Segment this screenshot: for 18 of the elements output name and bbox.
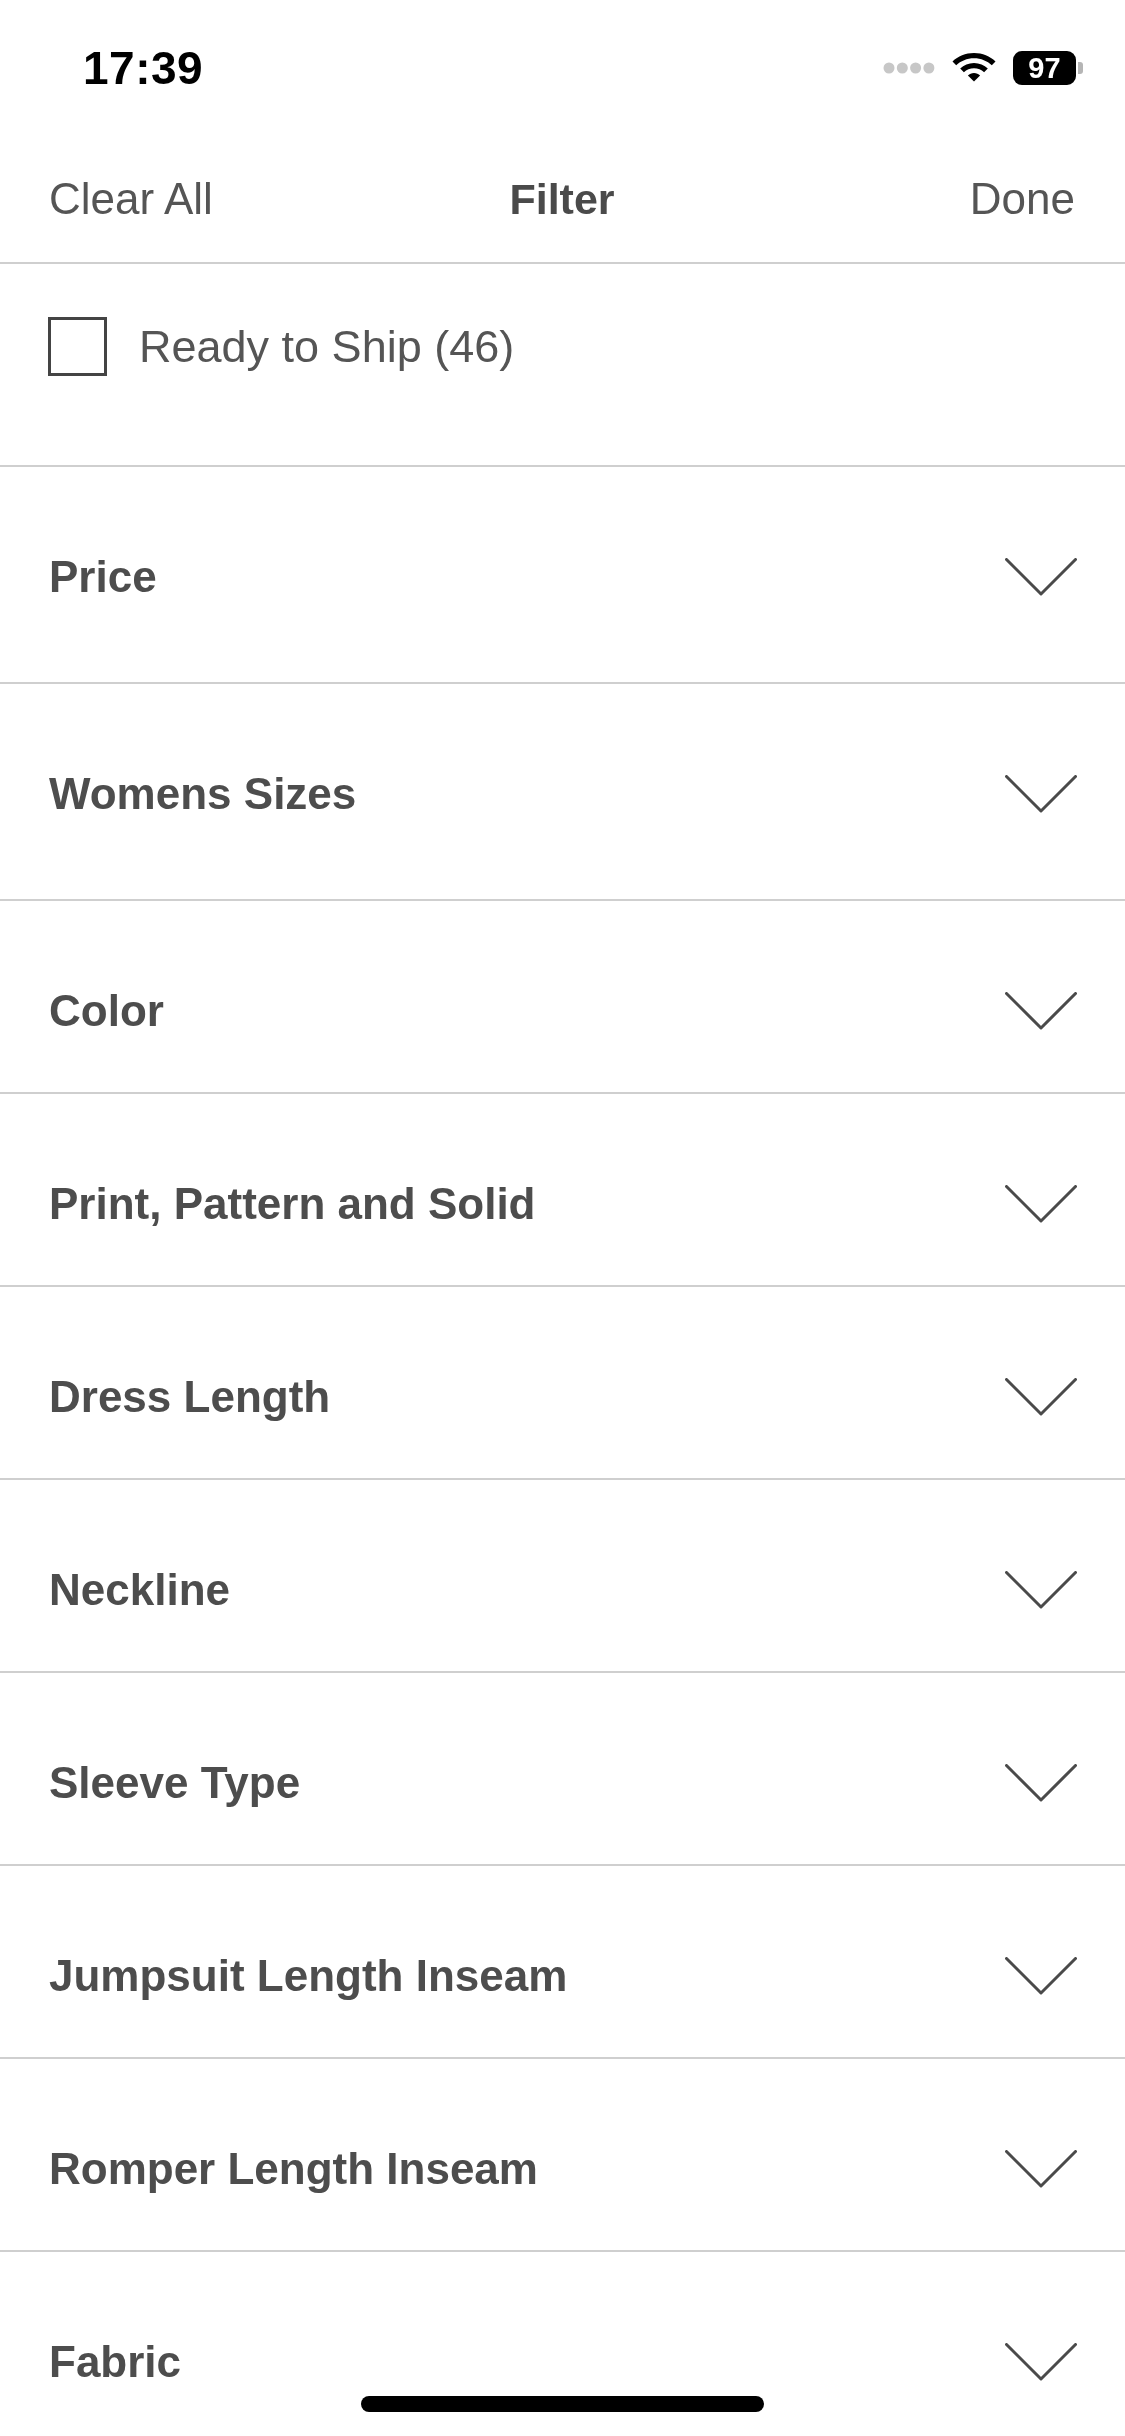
filter-row[interactable]: Womens Sizes [0,684,1125,901]
filter-row[interactable]: Color [0,901,1125,1094]
filter-row[interactable]: Romper Length Inseam [0,2059,1125,2252]
filter-row[interactable]: Sleeve Type [0,1673,1125,1866]
done-button[interactable]: Done [967,174,1077,224]
filter-row[interactable]: Price [0,467,1125,684]
checkbox-label: Ready to Ship (46) [139,320,515,374]
clear-all-button[interactable]: Clear All [47,174,215,224]
screen-title: Filter [509,174,615,224]
filter-row[interactable]: Print, Pattern and Solid [0,1094,1125,1287]
cellular-signal-icon [883,62,935,74]
filter-row[interactable]: Neckline [0,1480,1125,1673]
checkbox[interactable] [48,317,107,376]
wifi-icon [952,53,996,83]
filter-row[interactable]: Jumpsuit Length Inseam [0,1866,1125,2059]
filter-row[interactable]: Dress Length [0,1287,1125,1480]
battery-indicator: 97 [1013,51,1083,85]
status-time: 17:39 [83,41,204,95]
